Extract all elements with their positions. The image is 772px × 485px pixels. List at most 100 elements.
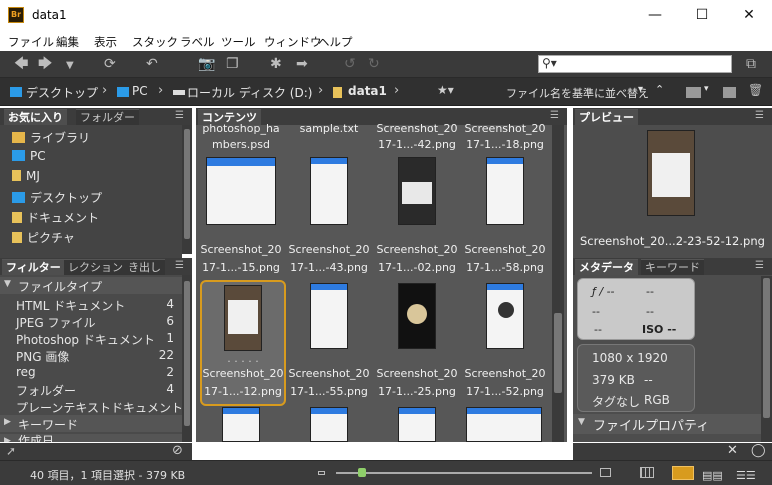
- forward-arrow-icon[interactable]: 🡆: [38, 56, 52, 72]
- filter-group-created[interactable]: ▶ 作成日: [0, 434, 182, 442]
- breadcrumb-desktop[interactable]: デスクトップ: [26, 84, 98, 101]
- open-recent-folder-icon[interactable]: [686, 87, 701, 98]
- folder-dropdown-icon[interactable]: ▾: [704, 84, 709, 94]
- thumbnail-item[interactable]: Screenshot_20 17-1...-43.png: [286, 155, 372, 281]
- filter-row[interactable]: Photoshop ドキュメント 1: [0, 330, 182, 347]
- rating-dots[interactable]: . . . . .: [202, 352, 284, 365]
- favorite-pc[interactable]: PC: [12, 149, 46, 163]
- menu-help[interactable]: ヘルプ: [318, 34, 353, 50]
- tab-keywords[interactable]: キーワード: [641, 259, 704, 275]
- refine-icon[interactable]: ❐: [226, 56, 239, 72]
- minimize-button[interactable]: —: [632, 0, 678, 31]
- preview-image[interactable]: [647, 130, 695, 216]
- panel-menu-icon[interactable]: ☰: [755, 260, 764, 271]
- tab-filter[interactable]: フィルター: [2, 259, 65, 275]
- zoom-in-icon[interactable]: [600, 468, 611, 477]
- history-dropdown-icon[interactable]: ▼: [66, 58, 74, 74]
- menu-tools[interactable]: ツール: [221, 34, 256, 50]
- thumbnail-item-selected[interactable]: . . . . . Screenshot_20 17-1...-12.png: [200, 280, 286, 406]
- scrollbar-thumb[interactable]: [184, 129, 190, 239]
- content-scrollbar[interactable]: [552, 125, 564, 442]
- sort-by-label[interactable]: ファイル名を基準に並べ替え: [506, 85, 649, 101]
- thumbnail-item[interactable]: Screenshot_20 17-1...-55.png: [286, 280, 372, 406]
- menu-stack[interactable]: スタック: [132, 34, 178, 50]
- new-folder-icon[interactable]: [723, 87, 736, 98]
- return-to-photoshop-icon[interactable]: ↶: [146, 56, 158, 72]
- trash-icon[interactable]: 🗑: [748, 83, 763, 97]
- menu-view[interactable]: 表示: [94, 34, 117, 50]
- favorite-documents[interactable]: ドキュメント: [12, 209, 99, 226]
- tab-collections[interactable]: レクション: [64, 259, 127, 275]
- view-details-icon[interactable]: ▤▤: [702, 469, 723, 482]
- open-in-camera-raw-icon[interactable]: ✱: [270, 56, 282, 72]
- pin-icon[interactable]: ➚: [6, 444, 16, 458]
- zoom-out-icon[interactable]: [318, 471, 325, 475]
- menu-window[interactable]: ウィンドウ: [264, 34, 322, 50]
- tab-folders[interactable]: フォルダー: [76, 109, 139, 125]
- screenshot-thumbnail[interactable]: [466, 407, 542, 442]
- close-button[interactable]: ✕: [726, 0, 772, 31]
- rotate-left-icon[interactable]: ↺: [344, 56, 356, 72]
- favorite-libraries[interactable]: ライブラリ: [12, 129, 90, 146]
- favorite-pictures[interactable]: ピクチャ: [12, 229, 75, 246]
- metadata-scrollbar[interactable]: [761, 276, 772, 442]
- screenshot-thumbnail[interactable]: [222, 407, 260, 442]
- filter-row[interactable]: PNG 画像 22: [0, 347, 182, 364]
- thumbnail-size-slider[interactable]: [336, 468, 592, 477]
- breadcrumb-local-disk[interactable]: ローカル ディスク (D:): [187, 84, 312, 101]
- panel-menu-icon[interactable]: ☰: [755, 110, 764, 121]
- recent-folder-icon[interactable]: ⟳: [104, 56, 116, 72]
- scrollbar-thumb[interactable]: [763, 278, 770, 418]
- favorite-mj[interactable]: MJ: [12, 169, 40, 183]
- tab-export[interactable]: き出し: [124, 259, 165, 275]
- panel-menu-icon[interactable]: ☰: [175, 260, 184, 271]
- menu-file[interactable]: ファイル: [8, 34, 54, 50]
- filter-row[interactable]: JPEG ファイル 6: [0, 313, 182, 330]
- sort-ascending-icon[interactable]: ⌃: [655, 83, 664, 96]
- screenshot-thumbnail[interactable]: [398, 407, 436, 442]
- tab-preview[interactable]: プレビュー: [575, 109, 638, 125]
- file-properties-section[interactable]: ▼ ファイルプロパティ: [573, 414, 772, 434]
- tab-metadata[interactable]: メタデータ: [575, 259, 638, 275]
- thumbnail-item[interactable]: Screenshot_20 17-1...-02.png: [374, 155, 460, 281]
- compact-mode-icon[interactable]: ⧉: [746, 56, 756, 72]
- sort-dropdown-icon[interactable]: ▾: [638, 84, 643, 95]
- slider-thumb[interactable]: [357, 468, 366, 477]
- filter-group-file-type[interactable]: ▼ ファイルタイプ: [0, 277, 182, 294]
- scrollbar-thumb[interactable]: [184, 281, 190, 426]
- lock-grid-icon[interactable]: [640, 467, 654, 478]
- search-input[interactable]: ⚲▾: [538, 55, 732, 73]
- menu-label[interactable]: ラベル: [180, 34, 215, 50]
- filter-row[interactable]: フォルダー 4: [0, 381, 182, 398]
- filter-row[interactable]: プレーンテキストドキュメント: [0, 398, 183, 415]
- cancel-icon[interactable]: ✕: [727, 443, 738, 458]
- rotate-right-icon[interactable]: ↻: [368, 56, 380, 72]
- thumbnail-item[interactable]: Screenshot_20 17-1...-25.png: [374, 280, 460, 406]
- screenshot-thumbnail[interactable]: [310, 407, 348, 442]
- breadcrumb-data1[interactable]: data1: [348, 84, 387, 98]
- thumbnail-item[interactable]: Screenshot_20 17-1...-58.png: [462, 155, 548, 281]
- panel-menu-icon[interactable]: ☰: [175, 110, 184, 121]
- clear-filter-icon[interactable]: ⊘: [172, 443, 183, 458]
- filter-scrollbar[interactable]: [182, 275, 192, 442]
- filter-row[interactable]: HTML ドキュメント 4: [0, 296, 182, 313]
- thumbnail-item[interactable]: Screenshot_20 17-1...-52.png: [462, 280, 548, 406]
- menu-edit[interactable]: 編集: [56, 34, 79, 50]
- maximize-button[interactable]: ☐: [679, 0, 725, 31]
- output-icon[interactable]: ➡: [296, 56, 308, 72]
- filter-group-keyword[interactable]: ▶ キーワード: [0, 415, 182, 432]
- tab-favorites[interactable]: お気に入り: [4, 109, 67, 125]
- scrollbar-thumb[interactable]: [554, 313, 562, 393]
- apply-icon[interactable]: ◯: [751, 443, 766, 458]
- favorite-desktop[interactable]: デスクトップ: [12, 189, 102, 206]
- panel-menu-icon[interactable]: ☰: [550, 110, 559, 121]
- back-arrow-icon[interactable]: 🡄: [14, 56, 28, 72]
- favorite-star-icon[interactable]: ★▾: [437, 83, 454, 97]
- favorites-scrollbar[interactable]: [182, 125, 192, 254]
- breadcrumb-pc[interactable]: PC: [132, 84, 148, 98]
- view-list-icon[interactable]: ☰☰: [736, 469, 756, 482]
- thumbnail-item[interactable]: Screenshot_20 17-1...-15.png: [198, 155, 284, 281]
- view-thumbnails-icon[interactable]: [672, 466, 694, 480]
- filter-row[interactable]: reg 2: [0, 364, 182, 381]
- camera-import-icon[interactable]: 📷: [198, 56, 215, 72]
